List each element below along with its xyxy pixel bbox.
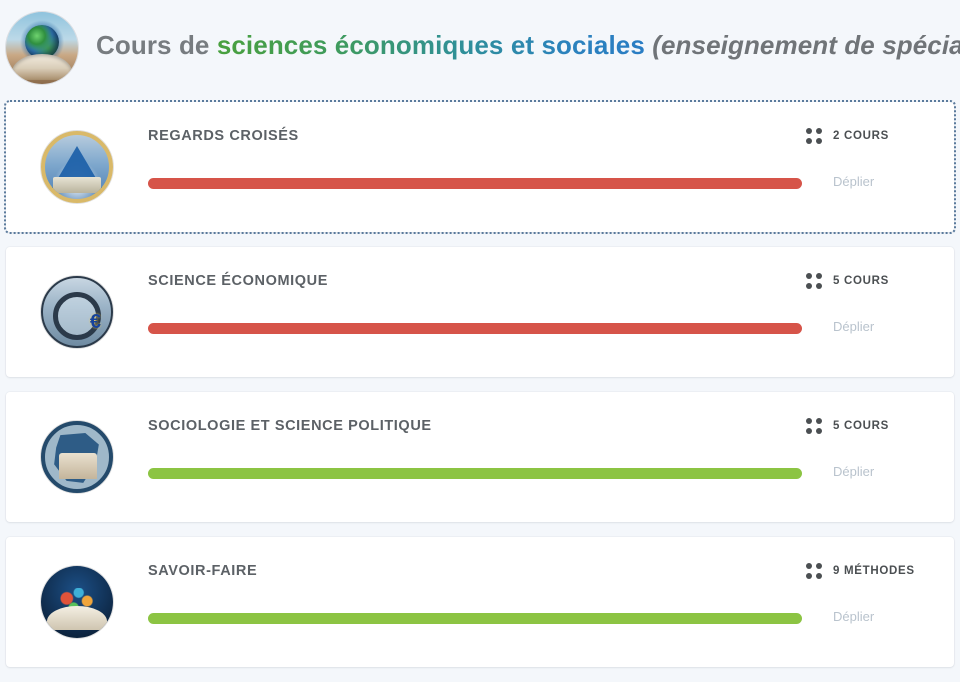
course-title: REGARDS CROISÉS bbox=[148, 127, 299, 144]
course-card[interactable]: REGARDS CROISÉS 2 COURS Déplier bbox=[4, 100, 956, 234]
page-title-suffix: (enseignement de spécialité) bbox=[652, 30, 960, 60]
course-card[interactable]: SAVOIR-FAIRE 9 MÉTHODES Déplier bbox=[6, 537, 954, 667]
course-count-label: 5 COURS bbox=[833, 419, 890, 432]
four-dots-icon bbox=[806, 562, 822, 579]
course-count-label: 5 COURS bbox=[833, 274, 890, 287]
france-map-monument-icon bbox=[41, 421, 113, 493]
course-progress-fill bbox=[148, 612, 802, 624]
expand-link[interactable]: Déplier bbox=[833, 174, 874, 189]
expand-link[interactable]: Déplier bbox=[833, 319, 874, 334]
expand-link[interactable]: Déplier bbox=[833, 464, 874, 479]
course-card[interactable]: SOCIOLOGIE ET SCIENCE POLITIQUE 5 COURS Dé… bbox=[6, 392, 954, 522]
course-thumbnail-cell bbox=[6, 537, 148, 667]
course-title: SAVOIR-FAIRE bbox=[148, 562, 258, 579]
course-progress-fill bbox=[148, 177, 802, 189]
pyramid-diploma-icon bbox=[41, 131, 113, 203]
course-count-row: 9 MÉTHODES bbox=[806, 562, 915, 579]
course-count-row: 5 COURS bbox=[806, 417, 890, 434]
course-card[interactable]: SCIENCE ÉCONOMIQUE 5 COURS Déplier bbox=[6, 247, 954, 377]
course-progress-bar bbox=[148, 322, 802, 334]
course-meta: 2 COURS Déplier bbox=[806, 102, 954, 232]
four-dots-icon bbox=[806, 417, 822, 434]
course-count-row: 5 COURS bbox=[806, 272, 890, 289]
course-progress-fill bbox=[148, 322, 802, 334]
four-dots-icon bbox=[806, 127, 822, 144]
course-progress-bar bbox=[148, 612, 802, 624]
course-count-label: 2 COURS bbox=[833, 129, 890, 142]
course-card-list: REGARDS CROISÉS2 COURSDéplierSCIENCE ÉCO… bbox=[0, 100, 960, 667]
course-title: SCIENCE ÉCONOMIQUE bbox=[148, 272, 328, 289]
course-title: SOCIOLOGIE ET SCIENCE POLITIQUE bbox=[148, 417, 432, 434]
course-progress-fill bbox=[148, 467, 802, 479]
magnifier-euro-city-icon bbox=[41, 276, 113, 348]
course-meta: 5 COURS Déplier bbox=[806, 392, 954, 522]
course-meta: 9 MÉTHODES Déplier bbox=[806, 537, 954, 667]
open-book-burst-icon bbox=[41, 566, 113, 638]
globe-book-gear-icon bbox=[6, 12, 78, 84]
course-progress-bar bbox=[148, 467, 802, 479]
page-title: Cours de sciences économiques et sociale… bbox=[96, 28, 960, 62]
page-title-highlight: sciences économiques et sociales bbox=[216, 30, 645, 60]
course-thumbnail-cell bbox=[6, 392, 148, 522]
course-thumbnail-cell bbox=[6, 102, 148, 232]
course-thumbnail-cell bbox=[6, 247, 148, 377]
four-dots-icon bbox=[806, 272, 822, 289]
course-count-label: 9 MÉTHODES bbox=[833, 564, 915, 577]
course-progress-bar bbox=[148, 177, 802, 189]
course-meta: 5 COURS Déplier bbox=[806, 247, 954, 377]
page-title-prefix: Cours de bbox=[96, 30, 217, 60]
course-count-row: 2 COURS bbox=[806, 127, 890, 144]
course-body: REGARDS CROISÉS bbox=[148, 102, 806, 232]
course-body: SAVOIR-FAIRE bbox=[148, 537, 806, 667]
expand-link[interactable]: Déplier bbox=[833, 609, 874, 624]
page-header: Cours de sciences économiques et sociale… bbox=[0, 0, 960, 102]
course-body: SOCIOLOGIE ET SCIENCE POLITIQUE bbox=[148, 392, 806, 522]
course-body: SCIENCE ÉCONOMIQUE bbox=[148, 247, 806, 377]
